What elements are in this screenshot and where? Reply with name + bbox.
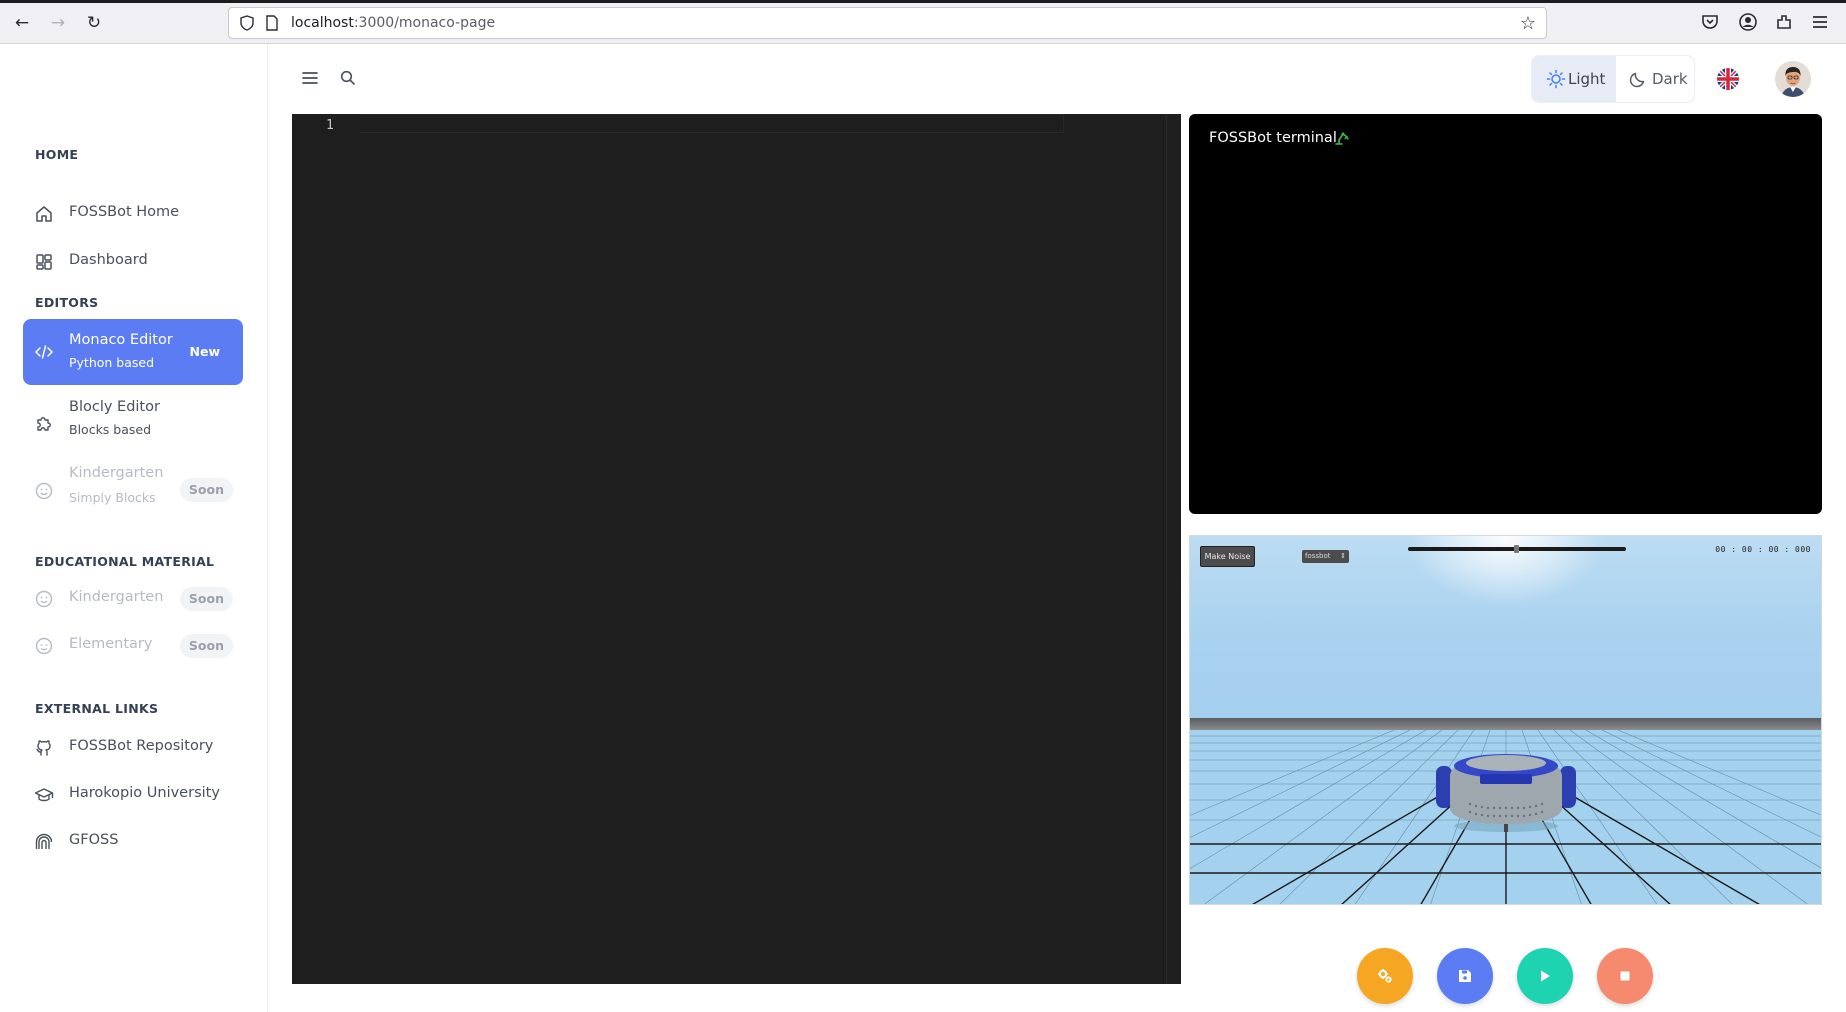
make-noise-button[interactable]: Make Noise — [1200, 546, 1255, 567]
light-theme-label: Light — [1568, 70, 1606, 88]
menu-icon[interactable] — [1810, 12, 1832, 34]
sidebar-item-fossbot-home[interactable]: FOSSBot Home — [23, 190, 243, 238]
section-title-educational-material: EDUCATIONAL MATERIAL — [35, 554, 215, 569]
url-host: localhost — [291, 15, 354, 31]
sidebar-item-sublabel: Simply Blocks — [69, 490, 156, 505]
line-number: 1 — [326, 118, 334, 133]
run-button[interactable] — [1517, 948, 1573, 1004]
browser-top-edge — [0, 0, 1846, 3]
stop-icon — [1620, 971, 1630, 981]
sidebar-item-fossbot-repository[interactable]: FOSSBot Repository — [23, 724, 243, 772]
bookmark-star-icon[interactable]: ☆ — [1520, 13, 1536, 34]
sim-speed-slider-thumb[interactable] — [1514, 545, 1519, 553]
gfoss-icon — [34, 832, 54, 852]
sidebar-item-blocly-editor[interactable]: Blocly Editor Blocks based — [23, 393, 243, 451]
theme-toggle: Light Dark — [1531, 55, 1695, 103]
sidebar-item-label: FOSSBot Repository — [69, 738, 214, 754]
sidebar-item-label: GFOSS — [69, 832, 119, 848]
sidebar-item-kindergarten: Kindergarten Soon — [23, 575, 243, 623]
sidebar-item-sublabel: Python based — [69, 355, 155, 370]
save-icon — [1459, 970, 1471, 982]
hamburger-menu-icon[interactable] — [300, 68, 320, 88]
sidebar-item-kindergarten-editor: Kindergarten Simply Blocks Soon — [23, 461, 243, 519]
select-arrows-icon: ⇕ — [1340, 552, 1346, 560]
dark-theme-label: Dark — [1652, 70, 1688, 88]
section-title-editors: EDITORS — [35, 295, 99, 310]
school-icon — [34, 785, 54, 805]
section-title-external-links: EXTERNAL LINKS — [35, 701, 159, 716]
page-icon — [265, 15, 279, 31]
sidebar-item-harokopio-university[interactable]: Harokopio University — [23, 771, 243, 819]
back-arrow-icon[interactable]: ← — [12, 13, 32, 33]
save-button[interactable] — [1437, 948, 1493, 1004]
sidebar-item-label: Blocly Editor — [69, 399, 160, 415]
sidebar-item-monaco-editor[interactable]: Monaco Editor Python based New — [23, 319, 243, 385]
sidebar-item-label: FOSSBot Home — [69, 204, 180, 220]
address-bar[interactable]: localhost:3000/monaco-page ☆ — [228, 7, 1547, 39]
gears-icon — [1378, 969, 1392, 983]
sidebar-item-elementary: Elementary Soon — [23, 622, 243, 670]
mood-icon — [34, 636, 54, 656]
url-path: :3000/monaco-page — [353, 15, 496, 31]
play-icon — [1541, 970, 1550, 982]
new-badge: New — [189, 344, 221, 359]
soon-badge: Soon — [179, 634, 233, 658]
smiley-icon — [34, 481, 54, 501]
extensions-icon[interactable] — [1774, 12, 1796, 34]
home-icon — [34, 204, 54, 224]
sidebar-item-sublabel: Blocks based — [69, 422, 152, 437]
light-theme-button[interactable]: Light — [1532, 56, 1616, 102]
sim-wall — [1190, 718, 1821, 730]
code-editor[interactable]: 1 — [292, 114, 1181, 984]
robot-select[interactable]: fossbot ⇕ — [1302, 550, 1349, 563]
dashboard-icon — [34, 252, 54, 272]
github-icon — [34, 738, 54, 758]
sun-icon — [1546, 69, 1566, 89]
account-icon[interactable] — [1738, 12, 1760, 34]
search-icon[interactable] — [338, 68, 358, 88]
sidebar-item-dashboard[interactable]: Dashboard — [23, 238, 243, 286]
robot-arm-icon — [1334, 130, 1350, 146]
uk-flag-icon[interactable] — [1717, 68, 1739, 90]
pocket-icon[interactable] — [1700, 12, 1722, 34]
sidebar-item-label: Elementary — [69, 636, 153, 652]
moon-icon — [1629, 72, 1645, 88]
terminal-title: FOSSBot terminal — [1209, 130, 1337, 146]
forward-arrow-icon[interactable]: → — [48, 13, 68, 33]
editor-scrollbar[interactable] — [1166, 114, 1167, 984]
soon-badge: Soon — [179, 587, 233, 611]
reload-icon[interactable]: ↻ — [84, 13, 104, 33]
soon-badge: Soon — [179, 478, 233, 502]
sidebar-item-label: Harokopio University — [69, 785, 220, 801]
sim-sun-glow — [1406, 536, 1606, 606]
settings-button[interactable] — [1357, 948, 1413, 1004]
robot-model — [1436, 754, 1576, 832]
code-icon — [34, 342, 54, 362]
fossbot-terminal: FOSSBot terminal — [1189, 114, 1822, 514]
user-avatar[interactable] — [1775, 61, 1811, 97]
robot-simulator[interactable]: Make Noise fossbot ⇕ 00 : 00 : 00 : 000 — [1189, 535, 1822, 905]
sidebar: HOME FOSSBot Home Dashboard EDITORS Mona… — [0, 44, 268, 1012]
sidebar-item-label: Monaco Editor — [69, 332, 173, 348]
shield-icon[interactable] — [239, 15, 255, 31]
sidebar-item-label: Kindergarten — [69, 589, 164, 605]
current-line-highlight — [360, 114, 1064, 133]
sidebar-item-label: Kindergarten — [69, 465, 164, 481]
section-title-home: HOME — [35, 147, 79, 162]
robot-select-value: fossbot — [1305, 552, 1331, 560]
sim-timer: 00 : 00 : 00 : 000 — [1715, 545, 1811, 554]
dark-theme-button[interactable]: Dark — [1616, 56, 1694, 102]
url-text[interactable]: localhost:3000/monaco-page — [291, 15, 495, 31]
puzzle-icon — [34, 413, 54, 433]
browser-toolbar: ← → ↻ localhost:3000/monaco-page ☆ — [0, 0, 1846, 44]
smiley-icon — [34, 589, 54, 609]
stop-button[interactable] — [1597, 948, 1653, 1004]
sidebar-item-gfoss[interactable]: GFOSS — [23, 818, 243, 866]
sidebar-item-label: Dashboard — [69, 252, 148, 268]
